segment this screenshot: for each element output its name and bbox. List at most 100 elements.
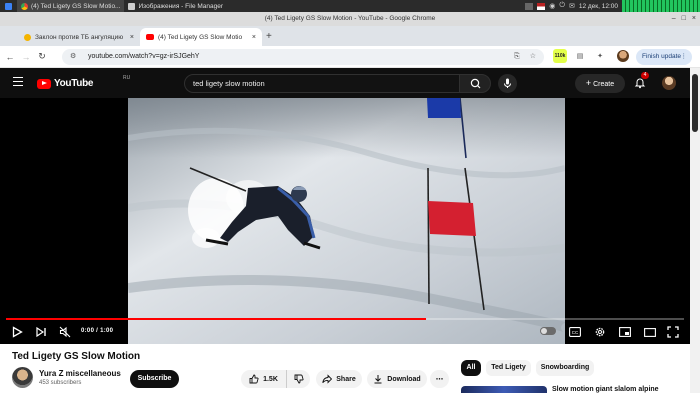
more-actions-button[interactable]: ··· bbox=[430, 370, 449, 388]
profile-avatar-icon[interactable] bbox=[617, 50, 629, 62]
scrollbar-thumb[interactable] bbox=[692, 74, 698, 132]
settings-button[interactable] bbox=[593, 325, 607, 339]
download-button[interactable]: Download bbox=[367, 370, 427, 388]
taskbar-item-label: (4) Ted Ligety GS Slow Motio... bbox=[31, 2, 121, 10]
svg-text:CC: CC bbox=[572, 330, 579, 335]
extension-sidebar-icon[interactable]: ▤ bbox=[574, 49, 586, 63]
dislike-button[interactable] bbox=[286, 370, 310, 388]
window-title: (4) Ted Ligety GS Slow Motion - YouTube … bbox=[264, 15, 436, 22]
cpu-meter bbox=[622, 0, 700, 12]
like-button[interactable]: 1.5K bbox=[241, 370, 286, 388]
taskbar-item-label: Изображения - File Manager bbox=[138, 2, 224, 10]
tab-youtube[interactable]: (4) Ted Ligety GS Slow Motio × bbox=[140, 28, 262, 46]
thumbs-up-icon bbox=[249, 374, 259, 384]
miniplayer-button[interactable] bbox=[618, 325, 632, 339]
tab-close-icon[interactable]: × bbox=[130, 34, 134, 41]
taskbar-item-file-manager[interactable]: Изображения - File Manager bbox=[124, 0, 227, 12]
subtitles-icon: CC bbox=[569, 327, 581, 337]
taskbar-item-chrome[interactable]: (4) Ted Ligety GS Slow Motio... bbox=[17, 0, 125, 12]
related-video-thumbnail[interactable] bbox=[461, 386, 547, 393]
theater-icon bbox=[644, 327, 656, 337]
gear-icon bbox=[595, 327, 605, 337]
youtube-header: YouTube RU ted ligety slow motion + Crea… bbox=[0, 68, 700, 98]
subtitles-button[interactable]: CC bbox=[568, 325, 582, 339]
video-title: Ted Ligety GS Slow Motion bbox=[12, 351, 141, 362]
notification-count-badge: 4 bbox=[641, 72, 649, 79]
menu-button[interactable] bbox=[0, 0, 17, 12]
microphone-icon bbox=[504, 78, 511, 88]
chip-snowboarding[interactable]: Snowboarding bbox=[536, 360, 594, 376]
clock[interactable]: 12 дек, 12:00 bbox=[579, 3, 618, 10]
next-icon bbox=[36, 326, 46, 338]
thumbs-down-icon bbox=[294, 374, 304, 384]
flag-icon[interactable] bbox=[537, 2, 546, 10]
progress-played bbox=[6, 318, 427, 320]
extension-badge[interactable]: 110k bbox=[553, 49, 567, 63]
search-input[interactable]: ted ligety slow motion bbox=[184, 74, 460, 93]
window-titlebar: (4) Ted Ligety GS Slow Motion - YouTube … bbox=[0, 12, 700, 26]
tab-strip: Заклон против ТБ ангуляцию × (4) Ted Lig… bbox=[0, 26, 700, 46]
download-icon bbox=[374, 375, 382, 384]
os-taskbar: (4) Ted Ligety GS Slow Motio... Изображе… bbox=[0, 0, 700, 12]
channel-avatar[interactable] bbox=[12, 367, 33, 388]
youtube-logo[interactable]: YouTube RU bbox=[37, 75, 130, 89]
extensions-icon[interactable]: ✦ bbox=[594, 49, 606, 63]
account-avatar[interactable] bbox=[662, 76, 676, 90]
power-icon[interactable]: ⏻ bbox=[559, 2, 565, 10]
video-player[interactable]: 0:00 / 1:00 CC bbox=[0, 98, 690, 344]
maximize-icon[interactable]: □ bbox=[682, 12, 686, 26]
share-icon bbox=[322, 374, 333, 384]
play-button[interactable] bbox=[10, 325, 24, 339]
site-info-icon[interactable]: ⚙ bbox=[70, 49, 76, 65]
video-frame[interactable] bbox=[128, 98, 565, 344]
close-icon[interactable]: × bbox=[692, 12, 696, 26]
volume-muted-icon bbox=[59, 326, 71, 338]
youtube-play-icon bbox=[37, 78, 51, 89]
more-menu-icon: ⋮ bbox=[680, 53, 688, 60]
grid-icon[interactable] bbox=[525, 2, 534, 10]
back-button[interactable]: ← bbox=[2, 52, 18, 62]
subscribe-button[interactable]: Subscribe bbox=[130, 370, 179, 388]
video-scene bbox=[128, 98, 565, 344]
autoplay-toggle[interactable] bbox=[540, 327, 556, 335]
system-tray: ◉ ⏻ ✉ 12 дек, 12:00 bbox=[525, 0, 700, 12]
forward-button[interactable]: → bbox=[18, 52, 34, 62]
chip-ted-ligety[interactable]: Ted Ligety bbox=[486, 360, 531, 376]
create-button[interactable]: + Create bbox=[575, 74, 625, 93]
address-bar[interactable]: ⚙ youtube.com/watch?v=gz-irSJGehY ⎘ ☆ bbox=[62, 49, 544, 65]
minimize-icon[interactable]: – bbox=[672, 12, 676, 26]
finish-update-button[interactable]: Finish update ⋮ bbox=[636, 49, 692, 65]
tab-close-icon[interactable]: × bbox=[252, 34, 256, 41]
tab-ski-article[interactable]: Заклон против ТБ ангуляцию × bbox=[18, 28, 140, 46]
tab-label: Заклон против ТБ ангуляцию bbox=[35, 33, 124, 41]
plus-icon: + bbox=[585, 78, 592, 88]
fullscreen-icon bbox=[667, 326, 679, 338]
play-icon bbox=[12, 326, 23, 338]
bookmark-star-icon[interactable]: ☆ bbox=[530, 49, 536, 65]
voice-search-button[interactable] bbox=[498, 74, 517, 93]
reload-button[interactable]: ↻ bbox=[34, 51, 50, 62]
page-scrollbar[interactable] bbox=[690, 68, 700, 393]
chip-all[interactable]: All bbox=[461, 360, 481, 376]
tab-label: (4) Ted Ligety GS Slow Motio bbox=[158, 33, 243, 41]
fullscreen-button[interactable] bbox=[666, 325, 680, 339]
url-text: youtube.com/watch?v=gz-irSJGehY bbox=[88, 53, 200, 60]
country-code: RU bbox=[123, 75, 131, 81]
mute-button[interactable] bbox=[58, 325, 72, 339]
install-app-icon[interactable]: ⎘ bbox=[514, 49, 520, 65]
theater-mode-button[interactable] bbox=[643, 325, 657, 339]
related-video-title[interactable]: Slow motion giant slalom alpine bbox=[552, 386, 659, 393]
share-button[interactable]: Share bbox=[316, 370, 362, 388]
mail-icon[interactable]: ✉ bbox=[569, 2, 575, 10]
hamburger-icon[interactable] bbox=[13, 77, 23, 87]
miniplayer-icon bbox=[619, 327, 631, 337]
chrome-icon bbox=[21, 2, 28, 10]
file-manager-icon bbox=[128, 2, 136, 10]
time-display: 0:00 / 1:00 bbox=[81, 328, 114, 334]
sound-icon[interactable]: ◉ bbox=[549, 2, 555, 10]
new-tab-button[interactable]: + bbox=[266, 28, 272, 46]
progress-bar[interactable] bbox=[6, 318, 684, 320]
next-button[interactable] bbox=[34, 325, 48, 339]
search-button[interactable] bbox=[459, 74, 491, 93]
channel-name[interactable]: Yura Z miscellaneous bbox=[39, 369, 121, 378]
